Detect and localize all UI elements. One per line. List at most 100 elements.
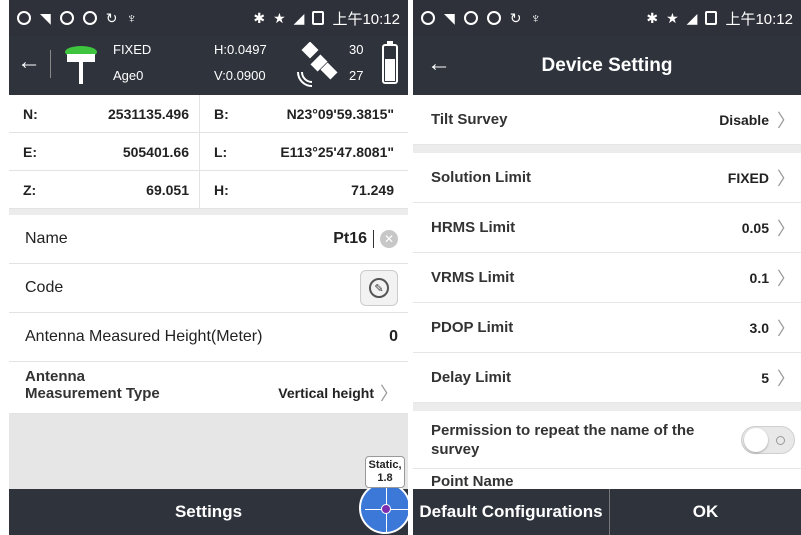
battery-icon [705, 11, 718, 25]
l-label: L: [214, 143, 228, 160]
sync-icon [17, 11, 31, 25]
static-mode-value: 1.8 [377, 472, 393, 484]
star-icon: ★ [273, 10, 286, 26]
sync-icon [463, 11, 478, 25]
e-value: 505401.66 [122, 143, 189, 160]
repeat-name-toggle[interactable] [741, 425, 795, 454]
battery-icon [312, 11, 325, 25]
delay-limit-row[interactable]: Delay Limit 5 〉 [413, 353, 801, 403]
title-bar: ← Device Setting [413, 36, 801, 95]
pdop-limit-label: PDOP Limit [431, 319, 514, 336]
gnss-header: ← FIXED Age0 H:0.0497 V:0.0900 30 27 [9, 36, 408, 95]
section-gap [413, 145, 801, 153]
z-value: 69.051 [146, 181, 189, 198]
name-row: Name Pt16 ✕ [9, 215, 408, 264]
l-value: E113°25'47.8081" [280, 143, 394, 160]
name-input[interactable]: Pt16 [333, 230, 367, 248]
antenna-type-row[interactable]: Antenna Measurement Type Vertical height… [9, 362, 408, 414]
code-picker-button[interactable]: ✎ [360, 270, 398, 306]
solution-limit-row[interactable]: Solution Limit FIXED 〉 [413, 153, 801, 203]
antenna-height-label: Antenna Measured Height(Meter) [25, 328, 263, 345]
blank-area [9, 414, 408, 494]
static-mode-label: Static, [368, 459, 402, 471]
chevron-right-icon: 〉 [777, 268, 795, 289]
h-label: H: [214, 181, 229, 198]
ok-button[interactable]: OK [610, 489, 801, 535]
default-configurations-button[interactable]: Default Configurations [413, 489, 610, 535]
repeat-name-label: Permission to repeat the name of the sur… [431, 421, 695, 458]
refresh-icon: ↻ [105, 10, 118, 26]
delay-limit-label: Delay Limit [431, 369, 512, 386]
sync-icon [486, 11, 501, 25]
chevron-right-icon: 〉 [380, 384, 398, 404]
signal-icon: ◢ [293, 10, 305, 26]
age-readout: Age0 [113, 68, 144, 83]
solution-limit-label: Solution Limit [431, 169, 531, 186]
back-arrow-icon[interactable]: ← [17, 50, 41, 74]
bluetooth-icon: ✱ [253, 10, 266, 26]
device-setting-screen: ◥ ↻ ♆ ✱ ★ ◢ 上午10:12 ← Device Setting Til… [413, 0, 801, 535]
antenna-type-value: Vertical height [278, 385, 374, 401]
point-name-label: Point Name [431, 473, 514, 490]
vrms-limit-label: VRMS Limit [431, 269, 515, 286]
status-bar: ◥ ↻ ♆ ✱ ★ ◢ 上午10:12 [413, 0, 801, 36]
sync-icon [82, 11, 97, 25]
tilt-survey-row[interactable]: Tilt Survey Disable 〉 [413, 95, 801, 145]
coord-row: Z: 69.051 H: 71.249 [9, 170, 408, 209]
tilt-survey-value: Disable [719, 111, 769, 128]
fix-status: FIXED [113, 42, 152, 57]
survey-compass-button[interactable] [359, 482, 408, 534]
antenna-height-value[interactable]: 0 [389, 328, 398, 346]
point-survey-screen: ◥ ↻ ♆ ✱ ★ ◢ 上午10:12 ← FIXED Age0 H:0.049… [9, 0, 408, 535]
status-bar: ◥ ↻ ♆ ✱ ★ ◢ 上午10:12 [9, 0, 408, 36]
clear-icon[interactable]: ✕ [380, 230, 398, 248]
signal-icon: ◢ [686, 10, 698, 26]
static-mode-badge: Static, 1.8 [365, 456, 405, 488]
antenna-height-row[interactable]: Antenna Measured Height(Meter) 0 [9, 313, 408, 362]
gnss-rover-icon [65, 46, 97, 84]
v-precision: V:0.0900 [214, 68, 266, 83]
name-label: Name [25, 230, 68, 247]
delay-limit-value: 5 [761, 369, 769, 386]
action-bar: Default Configurations OK [413, 489, 801, 535]
vrms-limit-row[interactable]: VRMS Limit 0.1 〉 [413, 253, 801, 303]
refresh-icon: ↻ [509, 10, 522, 26]
wifi-icon: ◥ [40, 10, 51, 26]
location-pin-icon: ♆ [126, 10, 138, 26]
wifi-icon: ◥ [444, 10, 455, 26]
repeat-name-row: Permission to repeat the name of the sur… [413, 411, 801, 469]
satellite-icon [297, 42, 338, 87]
solution-limit-value: FIXED [727, 169, 769, 186]
code-row: Code ✎ [9, 264, 408, 313]
tilt-survey-label: Tilt Survey [431, 111, 508, 128]
toggle-off-icon [776, 435, 785, 445]
page-title: Device Setting [541, 55, 673, 76]
point-form: Name Pt16 ✕ Code ✎ Antenna Measured Heig… [9, 215, 408, 414]
settings-button[interactable]: Settings [9, 489, 408, 535]
clock: 上午10:12 [725, 10, 793, 28]
chevron-right-icon: 〉 [777, 318, 795, 339]
settings-label: Settings [174, 502, 243, 521]
toggle-knob [744, 427, 768, 452]
satellites-used: 30 [349, 42, 364, 57]
e-label: E: [23, 143, 37, 160]
receiver-battery-icon [382, 41, 398, 84]
coord-row: E: 505401.66 L: E113°25'47.8081" [9, 132, 408, 171]
position-dot-icon [381, 504, 391, 514]
b-value: N23°09'59.3815" [286, 105, 394, 122]
antenna-type-label: Antenna Measurement Type [25, 368, 160, 402]
n-label: N: [23, 105, 38, 122]
vrms-limit-value: 0.1 [749, 269, 769, 286]
hrms-limit-value: 0.05 [741, 219, 769, 236]
sync-icon [421, 11, 435, 25]
n-value: 2531135.496 [108, 105, 189, 122]
hrms-limit-row[interactable]: HRMS Limit 0.05 〉 [413, 203, 801, 253]
location-pin-icon: ♆ [530, 10, 542, 26]
pdop-limit-value: 3.0 [749, 319, 769, 336]
pdop-limit-row[interactable]: PDOP Limit 3.0 〉 [413, 303, 801, 353]
z-label: Z: [23, 181, 37, 198]
chevron-right-icon: 〉 [777, 218, 795, 239]
h-value: 71.249 [351, 181, 394, 198]
code-label: Code [25, 279, 64, 296]
bluetooth-icon: ✱ [646, 10, 659, 26]
